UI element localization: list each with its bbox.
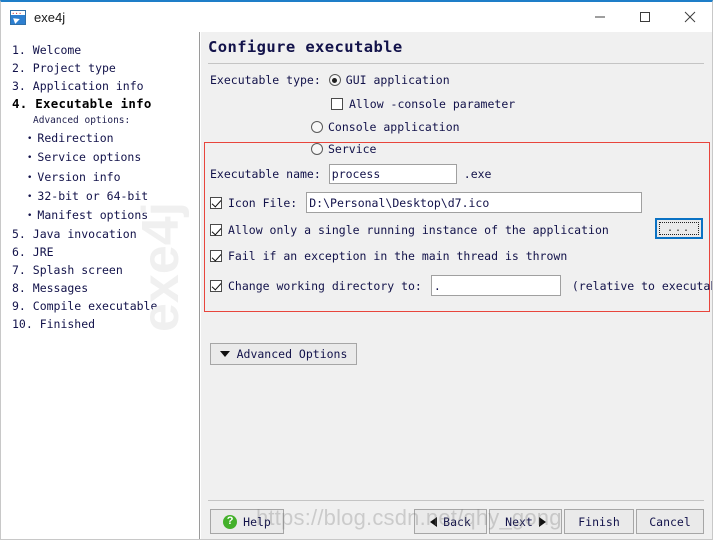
sidebar-item-splash-screen[interactable]: 7. Splash screen bbox=[1, 261, 199, 279]
sidebar-item-welcome[interactable]: 1. Welcome bbox=[1, 41, 199, 59]
advanced-options-button[interactable]: Advanced Options bbox=[210, 343, 357, 365]
executable-type-row: Executable type: GUI application bbox=[210, 73, 450, 87]
sidebar-item-jre[interactable]: 6. JRE bbox=[1, 243, 199, 261]
help-button-label: Help bbox=[243, 514, 271, 529]
sidebar-item-application-info[interactable]: 3. Application info bbox=[1, 77, 199, 95]
radio-gui-application[interactable] bbox=[328, 74, 341, 86]
checkbox-single-instance-label: Allow only a single running instance of … bbox=[228, 223, 609, 237]
sidebar-item-version-info[interactable]: • Version info bbox=[1, 168, 199, 187]
minimize-icon[interactable] bbox=[577, 2, 622, 32]
bullet-icon: • bbox=[27, 172, 33, 183]
sidebar-item-executable-info[interactable]: 4. Executable info bbox=[1, 95, 199, 113]
footer-divider bbox=[208, 500, 704, 501]
wizard-steps-sidebar: 1. Welcome 2. Project type 3. Applicatio… bbox=[1, 32, 200, 539]
finish-button-label: Finish bbox=[578, 514, 620, 529]
executable-type-label: Executable type: bbox=[210, 73, 321, 87]
checkbox-allow-console-parameter[interactable] bbox=[331, 98, 343, 110]
finish-button[interactable]: Finish bbox=[564, 509, 634, 534]
icon-file-label: Icon File: bbox=[228, 195, 298, 210]
help-icon: ? bbox=[223, 514, 238, 529]
window-controls bbox=[577, 2, 712, 32]
radio-console-application[interactable] bbox=[311, 121, 323, 133]
radio-service[interactable] bbox=[311, 143, 323, 155]
checkbox-single-instance[interactable] bbox=[210, 224, 222, 236]
fail-exception-row: Fail if an exception in the main thread … bbox=[210, 249, 567, 263]
help-button[interactable]: ? Help bbox=[210, 509, 284, 534]
executable-name-row: Executable name: process .exe bbox=[210, 164, 491, 184]
sidebar-item-project-type[interactable]: 2. Project type bbox=[1, 59, 199, 77]
window-title: exe4j bbox=[34, 9, 66, 25]
sidebar-item-messages[interactable]: 8. Messages bbox=[1, 279, 199, 297]
executable-name-input[interactable]: process bbox=[328, 164, 457, 184]
bullet-icon: • bbox=[27, 210, 33, 221]
icon-file-browse-label: ... bbox=[659, 222, 699, 235]
working-directory-hint: (relative to executable) bbox=[571, 278, 712, 293]
next-button[interactable]: Next bbox=[489, 509, 562, 534]
bullet-icon: • bbox=[27, 153, 33, 164]
advanced-options-label: Advanced Options bbox=[236, 347, 348, 361]
back-button-label: Back bbox=[443, 514, 471, 529]
sidebar-item-java-invocation[interactable]: 5. Java invocation bbox=[1, 225, 199, 243]
close-icon[interactable] bbox=[667, 2, 712, 32]
radio-gui-application-label: GUI application bbox=[345, 73, 450, 87]
working-directory-input[interactable]: . bbox=[430, 275, 561, 296]
radio-console-application-label: Console application bbox=[328, 120, 460, 134]
wizard-button-bar: ? Help Back Next Finish Cancel bbox=[201, 509, 712, 535]
sidebar-subhead-advanced-options: Advanced options: bbox=[33, 115, 131, 127]
page-title: Configure executable bbox=[208, 38, 403, 56]
radio-service-label: Service bbox=[328, 142, 377, 156]
exe4j-window: ••• exe4j 1. Welcome 2. Project type 3. … bbox=[0, 0, 713, 540]
icon-file-row: Icon File: D:\Personal\Desktop\d7.ico bbox=[210, 192, 643, 213]
checkbox-change-working-directory[interactable] bbox=[210, 279, 222, 292]
executable-name-suffix: .exe bbox=[463, 167, 492, 181]
checkbox-fail-on-exception-label: Fail if an exception in the main thread … bbox=[228, 249, 568, 263]
arrow-left-icon bbox=[430, 516, 438, 527]
executable-name-label: Executable name: bbox=[210, 167, 321, 181]
sidebar-item-32-or-64-bit[interactable]: • 32-bit or 64-bit bbox=[1, 187, 199, 206]
back-button[interactable]: Back bbox=[414, 509, 487, 534]
icon-file-browse-button[interactable]: ... bbox=[655, 218, 703, 239]
title-bar: ••• exe4j bbox=[1, 2, 712, 32]
console-application-row: Console application bbox=[311, 120, 460, 134]
bullet-icon: • bbox=[27, 134, 33, 145]
sidebar-item-manifest-options[interactable]: • Manifest options bbox=[1, 206, 199, 225]
checkbox-allow-console-parameter-label: Allow -console parameter bbox=[349, 97, 516, 111]
exe4j-app-icon: ••• bbox=[10, 9, 26, 25]
chevron-down-icon bbox=[219, 351, 230, 357]
sidebar-item-redirection[interactable]: • Redirection bbox=[1, 129, 199, 148]
configure-executable-panel: Configure executable Executable type: GU… bbox=[201, 32, 712, 539]
checkbox-icon-file[interactable] bbox=[210, 196, 222, 209]
arrow-right-icon bbox=[538, 516, 546, 527]
sidebar-item-finished[interactable]: 10. Finished bbox=[1, 315, 199, 333]
change-working-directory-row: Change working directory to: . (relative… bbox=[210, 275, 712, 296]
title-divider bbox=[208, 63, 704, 64]
allow-console-row: Allow -console parameter bbox=[331, 97, 515, 111]
checkbox-fail-on-exception[interactable] bbox=[210, 250, 222, 262]
bullet-icon: • bbox=[27, 191, 33, 202]
single-instance-row: Allow only a single running instance of … bbox=[210, 223, 609, 237]
sidebar-item-service-options[interactable]: • Service options bbox=[1, 148, 199, 167]
cancel-button-label: Cancel bbox=[649, 514, 691, 529]
service-row: Service bbox=[311, 142, 376, 156]
icon-file-input[interactable]: D:\Personal\Desktop\d7.ico bbox=[306, 192, 643, 213]
maximize-icon[interactable] bbox=[622, 2, 667, 32]
next-button-label: Next bbox=[505, 514, 533, 529]
checkbox-change-working-directory-label: Change working directory to: bbox=[228, 278, 422, 293]
sidebar-item-compile-executable[interactable]: 9. Compile executable bbox=[1, 297, 199, 315]
cancel-button[interactable]: Cancel bbox=[636, 509, 704, 534]
